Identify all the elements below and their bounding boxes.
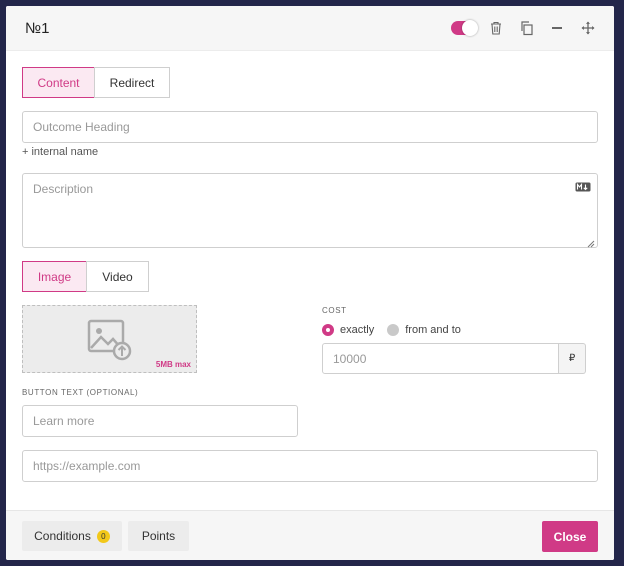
toggle-knob [462, 20, 478, 36]
radio-exactly-label: exactly [340, 324, 375, 336]
image-upload-icon [86, 318, 134, 362]
button-text-label: BUTTON TEXT (OPTIONAL) [22, 388, 139, 397]
outcome-title: №1 [25, 20, 50, 37]
outcome-heading-placeholder: Outcome Heading [33, 120, 130, 134]
url-input[interactable]: https://example.com [22, 450, 598, 482]
points-label: Points [141, 529, 176, 543]
markdown-icon [575, 181, 591, 192]
close-button[interactable]: Close [542, 521, 598, 552]
button-text-placeholder: Learn more [33, 414, 95, 428]
image-upload-dropzone[interactable]: 5MB max [22, 305, 197, 373]
minus-icon[interactable] [549, 20, 565, 36]
add-internal-name-link[interactable]: + internal name [22, 146, 98, 158]
cost-label: COST [322, 306, 347, 315]
visibility-toggle[interactable] [451, 20, 478, 36]
radio-exactly[interactable] [322, 324, 334, 336]
tab-content[interactable]: Content [22, 67, 95, 98]
resize-handle-icon[interactable] [587, 237, 595, 248]
conditions-label: Conditions [34, 529, 91, 543]
outcome-card: №1 Content Redirect Outcome Heading + in… [6, 6, 614, 560]
content-tab-group: Content Redirect [22, 67, 170, 98]
media-tab-group: Image Video [22, 261, 149, 292]
cost-placeholder: 10000 [333, 351, 367, 366]
tab-image[interactable]: Image [22, 261, 87, 292]
tab-redirect[interactable]: Redirect [94, 67, 170, 98]
card-header: №1 [6, 6, 614, 51]
outcome-heading-input[interactable]: Outcome Heading [22, 111, 598, 143]
tab-video[interactable]: Video [86, 261, 149, 292]
copy-icon[interactable] [519, 20, 535, 36]
button-text-input[interactable]: Learn more [22, 405, 298, 437]
cost-mode-radio-group: exactly from and to [322, 324, 474, 336]
upload-size-limit: 5MB max [155, 360, 191, 369]
cost-input[interactable]: 10000 [322, 343, 559, 374]
radio-from-and-to-label: from and to [405, 324, 461, 336]
conditions-count-badge: 0 [96, 529, 110, 543]
radio-from-and-to[interactable] [387, 324, 400, 336]
move-icon[interactable] [580, 20, 596, 36]
url-placeholder: https://example.com [33, 459, 141, 473]
description-placeholder: Description [33, 182, 94, 196]
trash-icon[interactable] [488, 20, 504, 36]
conditions-button[interactable]: Conditions 0 [22, 521, 122, 551]
points-button[interactable]: Points [128, 521, 189, 551]
card-footer: Conditions 0 Points Close [6, 510, 614, 560]
description-textarea[interactable]: Description [22, 173, 598, 248]
currency-suffix: ₽ [559, 343, 586, 374]
